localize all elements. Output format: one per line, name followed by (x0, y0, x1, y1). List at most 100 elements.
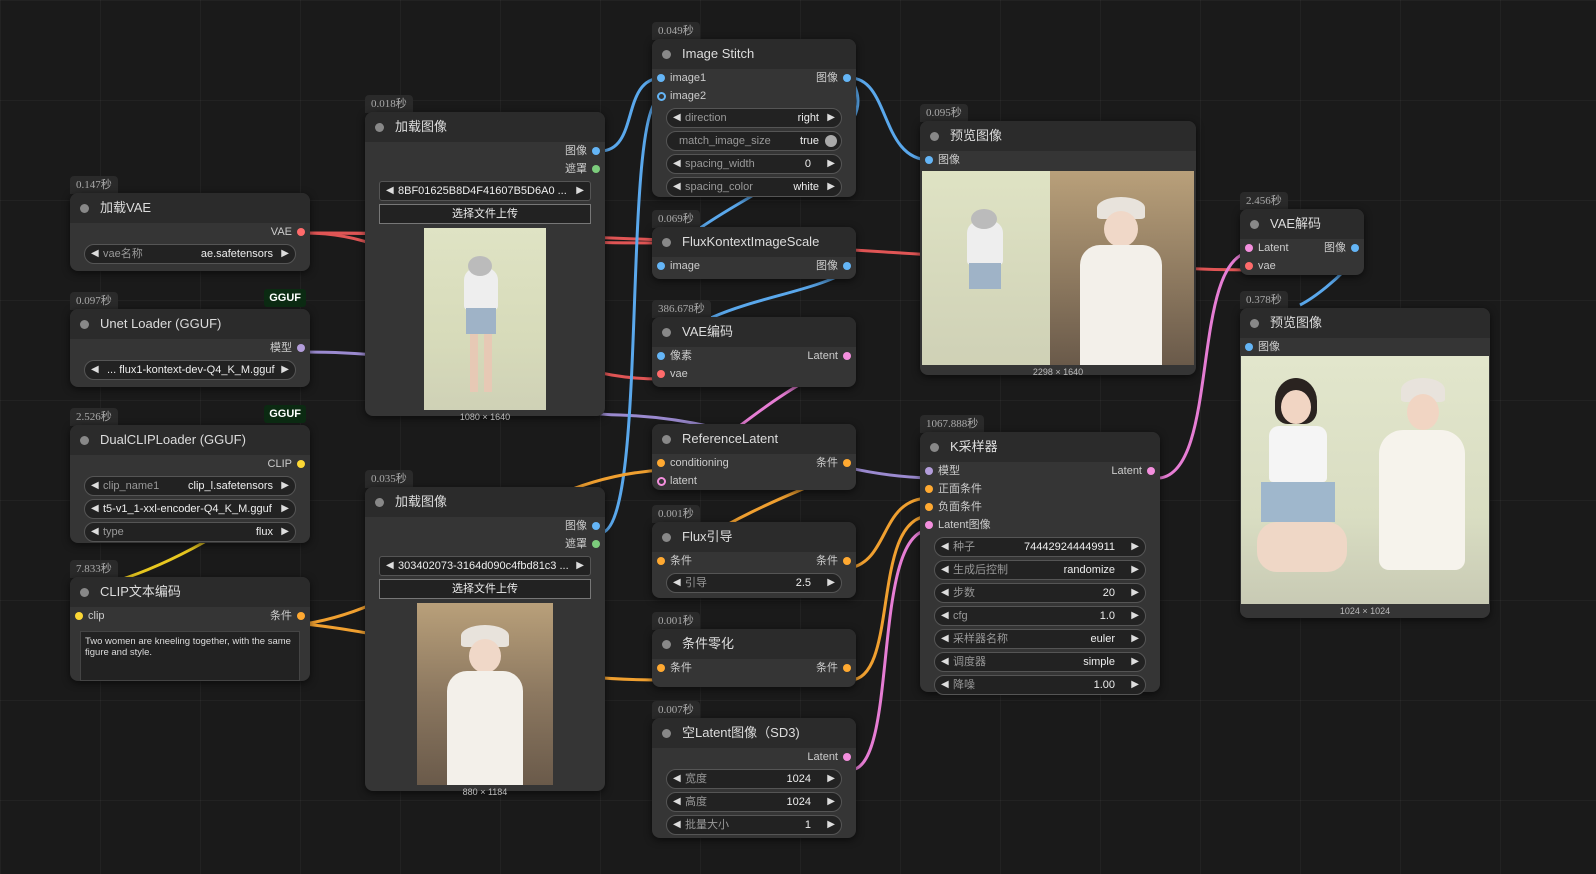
arrow-right-icon[interactable]: ▶ (576, 557, 584, 575)
port-dot-icon[interactable] (657, 477, 666, 486)
node-image-stitch[interactable]: Image Stitch image1 图像 image2 ◀ direction… (652, 39, 856, 197)
arrow-right-icon[interactable]: ▶ (827, 178, 835, 196)
port-dot-icon[interactable] (657, 370, 665, 378)
node-title[interactable]: Flux引导 (652, 522, 856, 552)
arrow-left-icon[interactable]: ◀ (673, 770, 681, 788)
input-positive[interactable]: 正面条件 (920, 480, 1160, 498)
node-flux-kontext-image-scale[interactable]: FluxKontextImageScale image 图像 (652, 227, 856, 279)
seed-number[interactable]: ◀ 种子 744429244449911 ▶ (934, 537, 1146, 557)
node-dualclip-loader[interactable]: DualCLIPLoader (GGUF) GGUF CLIP ◀ clip_nam… (70, 405, 310, 543)
arrow-left-icon[interactable]: ◀ (941, 653, 949, 671)
input-negative[interactable]: 负面条件 (920, 498, 1160, 516)
collapse-dot-icon[interactable] (80, 204, 89, 213)
image-file-combo[interactable]: ◀ 8BF01625B8D4F41607B5D6A0 ... ▶ (379, 181, 591, 201)
collapse-dot-icon[interactable] (662, 238, 671, 247)
output-conditioning[interactable]: 条件 (816, 454, 838, 472)
port-dot-icon[interactable] (297, 344, 305, 352)
arrow-left-icon[interactable]: ◀ (941, 607, 949, 625)
arrow-right-icon[interactable]: ▶ (576, 182, 584, 200)
node-load-vae[interactable]: 加载VAE VAE ◀ vae名称 ae.safetensors ▶ (70, 193, 310, 271)
arrow-left-icon[interactable]: ◀ (91, 245, 99, 263)
collapse-dot-icon[interactable] (930, 132, 939, 141)
arrow-right-icon[interactable]: ▶ (1131, 607, 1139, 625)
output-image[interactable]: 图像 (365, 142, 605, 160)
arrow-left-icon[interactable]: ◀ (91, 361, 99, 379)
arrow-right-icon[interactable]: ▶ (1131, 676, 1139, 694)
collapse-dot-icon[interactable] (930, 443, 939, 452)
arrow-left-icon[interactable]: ◀ (386, 182, 394, 200)
arrow-right-icon[interactable]: ▶ (1131, 584, 1139, 602)
clip-name1-combo[interactable]: ◀ clip_name1 clip_l.safetensors ▶ (84, 476, 296, 496)
input-image[interactable]: 图像 (920, 151, 1196, 169)
arrow-right-icon[interactable]: ▶ (281, 500, 289, 518)
arrow-right-icon[interactable]: ▶ (1131, 653, 1139, 671)
output-mask[interactable]: 遮罩 (365, 535, 605, 553)
node-title[interactable]: 预览图像 (1240, 308, 1490, 338)
node-vae-decode[interactable]: VAE解码 Latent 图像 vae (1240, 209, 1364, 275)
node-title[interactable]: Unet Loader (GGUF) GGUF (70, 289, 310, 339)
arrow-left-icon[interactable]: ◀ (673, 793, 681, 811)
toggle-knob-icon[interactable] (825, 135, 837, 147)
arrow-right-icon[interactable]: ▶ (827, 574, 835, 592)
node-preview-image-2[interactable]: 预览图像 图像 1024 × 1024 (1240, 308, 1490, 618)
port-dot-icon[interactable] (1245, 262, 1253, 270)
collapse-dot-icon[interactable] (80, 320, 89, 329)
output-latent[interactable]: Latent (652, 748, 856, 766)
arrow-right-icon[interactable]: ▶ (827, 793, 835, 811)
collapse-dot-icon[interactable] (662, 328, 671, 337)
output-clip[interactable]: CLIP (70, 455, 310, 473)
port-dot-icon[interactable] (843, 352, 851, 360)
output-image[interactable]: 图像 (365, 517, 605, 535)
node-ksampler[interactable]: K采样器 模型 Latent 正面条件 负面条件 Latent图像 ◀ 种子 744… (920, 432, 1160, 695)
arrow-left-icon[interactable]: ◀ (941, 584, 949, 602)
node-title[interactable]: VAE解码 (1240, 209, 1364, 239)
input-conditioning[interactable]: 条件 (652, 552, 692, 570)
node-preview-image-1[interactable]: 预览图像 图像 2298 × 1640 (920, 121, 1196, 377)
input-image2[interactable]: image2 (652, 87, 856, 105)
arrow-right-icon[interactable]: ▶ (1131, 561, 1139, 579)
output-image[interactable]: 图像 (1324, 239, 1346, 257)
arrow-right-icon[interactable]: ▶ (281, 361, 289, 379)
node-title[interactable]: FluxKontextImageScale (652, 227, 856, 257)
collapse-dot-icon[interactable] (662, 533, 671, 542)
arrow-left-icon[interactable]: ◀ (941, 561, 949, 579)
arrow-left-icon[interactable]: ◀ (673, 574, 681, 592)
spacing-color-combo[interactable]: ◀ spacing_color white ▶ (666, 177, 842, 197)
port-dot-icon[interactable] (297, 612, 305, 620)
node-flux-guidance[interactable]: Flux引导 条件 条件 ◀ 引导 2.5 ▶ (652, 522, 856, 598)
port-dot-icon[interactable] (843, 459, 851, 467)
port-dot-icon[interactable] (657, 92, 666, 101)
output-vae[interactable]: VAE (70, 223, 310, 241)
port-dot-icon[interactable] (843, 557, 851, 565)
cfg-number[interactable]: ◀ cfg 1.0 ▶ (934, 606, 1146, 626)
arrow-left-icon[interactable]: ◀ (941, 630, 949, 648)
output-conditioning[interactable]: 条件 (270, 607, 292, 625)
input-vae[interactable]: vae (1240, 257, 1364, 275)
collapse-dot-icon[interactable] (375, 123, 384, 132)
node-title[interactable]: DualCLIPLoader (GGUF) GGUF (70, 405, 310, 455)
output-mask[interactable]: 遮罩 (365, 160, 605, 178)
arrow-right-icon[interactable]: ▶ (1131, 538, 1139, 556)
arrow-left-icon[interactable]: ◀ (941, 676, 949, 694)
node-title[interactable]: 加载VAE (70, 193, 310, 223)
upload-button[interactable]: 选择文件上传 (379, 204, 591, 224)
node-title[interactable]: 条件零化 (652, 629, 856, 659)
arrow-left-icon[interactable]: ◀ (386, 557, 394, 575)
collapse-dot-icon[interactable] (662, 435, 671, 444)
port-dot-icon[interactable] (843, 753, 851, 761)
match-image-size-toggle[interactable]: match_image_size true (666, 131, 842, 151)
scheduler-combo[interactable]: ◀ 调度器 simple ▶ (934, 652, 1146, 672)
direction-combo[interactable]: ◀ direction right ▶ (666, 108, 842, 128)
node-conditioning-zero-out[interactable]: 条件零化 条件 条件 (652, 629, 856, 687)
port-dot-icon[interactable] (843, 262, 851, 270)
upload-button[interactable]: 选择文件上传 (379, 579, 591, 599)
steps-number[interactable]: ◀ 步数 20 ▶ (934, 583, 1146, 603)
batch-size-number[interactable]: ◀ 批量大小 1 ▶ (666, 815, 842, 835)
port-dot-icon[interactable] (1245, 343, 1253, 351)
port-dot-icon[interactable] (1351, 244, 1359, 252)
node-title[interactable]: VAE编码 (652, 317, 856, 347)
unet-name-combo[interactable]: ◀ ... flux1-kontext-dev-Q4_K_M.gguf ▶ (84, 360, 296, 380)
port-dot-icon[interactable] (592, 540, 600, 548)
width-number[interactable]: ◀ 宽度 1024 ▶ (666, 769, 842, 789)
node-load-image-1[interactable]: 加载图像 图像 遮罩 ◀ 8BF01625B8D4F41607B5D6A0 ...… (365, 112, 605, 422)
